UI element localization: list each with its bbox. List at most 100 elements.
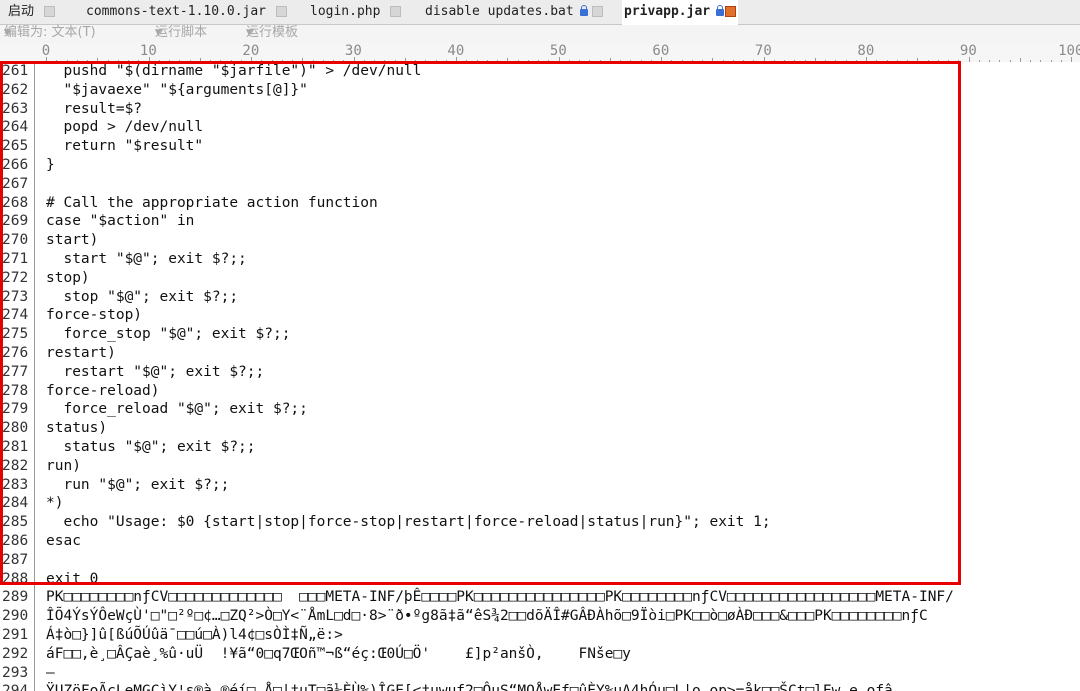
line-code: start) bbox=[46, 232, 99, 249]
line-number: 292 bbox=[2, 645, 29, 662]
fold-marker bbox=[34, 325, 35, 345]
line-code: stop "$@"; exit $?;; bbox=[46, 288, 239, 305]
editor-line[interactable]: 279 force_reload "$@"; exit $?;; bbox=[0, 400, 1080, 420]
editor-line[interactable]: 268 # Call the appropriate action functio… bbox=[0, 193, 1080, 213]
editor-line[interactable]: 263 result=$? bbox=[0, 99, 1080, 119]
line-number: 274 bbox=[2, 307, 29, 324]
line-code: return "$result" bbox=[46, 138, 204, 155]
editor-line[interactable]: 291 Á‡ò□}]û[ßúÕÚûä¯□□ú□À)l4¢□sÒÌ‡Ñ„ë:> bbox=[0, 626, 1080, 645]
close-icon[interactable] bbox=[44, 6, 56, 17]
line-number: 271 bbox=[2, 251, 29, 267]
editor-line[interactable]: 288 exit 0 bbox=[0, 569, 1080, 589]
fold-marker bbox=[34, 156, 35, 175]
fold-marker bbox=[34, 569, 35, 589]
editor-line[interactable]: 292 áF□□,è¸□ÂÇaè¸%û·uÜ !¥ã“0□q7ŒOñ™¬ß“éç:… bbox=[0, 644, 1080, 664]
toolbar: ▾ 编辑为: 文本(T) ▾ ▾ 运行脚本 ▾ ▾ 运行模板 ▾ bbox=[0, 25, 1080, 43]
editor-line[interactable]: 277 restart "$@"; exit $?;; bbox=[0, 362, 1080, 382]
lock-icon bbox=[579, 5, 588, 16]
editor-line[interactable]: 270 start) bbox=[0, 231, 1080, 251]
close-icon[interactable] bbox=[276, 6, 288, 17]
tab-label: commons-text-1.10.0.jar bbox=[86, 4, 267, 19]
fold-marker bbox=[34, 475, 35, 495]
lock-icon bbox=[716, 5, 725, 16]
tab-label: disable updates.bat bbox=[425, 4, 574, 19]
fold-marker bbox=[34, 400, 35, 420]
editor-line[interactable]: 289 PK□□□□□□□□nƒCV□□□□□□□□□□□□□ □□□META-I… bbox=[0, 588, 1080, 608]
chevron-down-icon: ▾ bbox=[246, 25, 253, 40]
line-number: 279 bbox=[2, 401, 29, 418]
line-number: 263 bbox=[2, 100, 29, 117]
tab-label: 启动 bbox=[8, 4, 35, 19]
editor-line[interactable]: 287 bbox=[0, 550, 1080, 570]
editor-line[interactable]: 264 popd > /dev/null bbox=[0, 118, 1080, 138]
editor-line[interactable]: 286 esac bbox=[0, 532, 1080, 551]
editor-line[interactable]: 294 ŸUZöFoÃcLeMGÇìY¦s®à ®éí□ Å□|‡uT□ã¼ÈÙ%… bbox=[0, 682, 1080, 691]
fold-marker bbox=[34, 644, 35, 664]
editor-line[interactable]: 266} bbox=[0, 156, 1080, 175]
editor-line[interactable]: 272 stop) bbox=[0, 268, 1080, 288]
line-code: áF□□,è¸□ÂÇaè¸%û·uÜ !¥ã“0□q7ŒOñ™¬ß“éç:Œ0Ú… bbox=[46, 645, 631, 662]
fold-marker bbox=[34, 494, 35, 514]
line-code: run "$@"; exit $?;; bbox=[46, 476, 230, 493]
editor-line[interactable]: 284 *) bbox=[0, 494, 1080, 514]
fold-marker bbox=[34, 231, 35, 251]
line-code: "$javaexe" "${arguments[@]}" bbox=[46, 81, 308, 98]
text-editor[interactable]: 261 pushd "$(dirname "$jarfile")" > /dev… bbox=[0, 62, 1080, 691]
line-code: popd > /dev/null bbox=[46, 119, 204, 136]
fold-marker bbox=[34, 588, 35, 608]
editor-line[interactable]: 261 pushd "$(dirname "$jarfile")" > /dev… bbox=[0, 62, 1080, 81]
editor-line[interactable]: 290 ÎÕ4ÝsÝÔeWçÙ'□"□²º□¢…□ZQ²>Ò□Y<¨ÅmL□d□·… bbox=[0, 607, 1080, 627]
ruler-mark: 100 bbox=[1058, 43, 1080, 59]
line-code: # Call the appropriate action function bbox=[46, 194, 378, 211]
line-number: 268 bbox=[2, 194, 29, 211]
fold-marker bbox=[34, 663, 35, 683]
editor-line[interactable]: 265 return "$result" bbox=[0, 137, 1080, 157]
line-number: 273 bbox=[2, 288, 29, 305]
line-number: 286 bbox=[2, 533, 29, 549]
editor-line[interactable]: 285 echo "Usage: $0 {start|stop|force-st… bbox=[0, 513, 1080, 533]
line-number: 266 bbox=[2, 157, 29, 173]
line-code: pushd "$(dirname "$jarfile")" > /dev/nul… bbox=[46, 63, 422, 79]
fold-marker bbox=[34, 438, 35, 457]
close-icon[interactable] bbox=[725, 6, 737, 17]
tab-disable-updates[interactable]: disable updates.bat bbox=[425, 0, 603, 24]
line-number: 278 bbox=[2, 382, 29, 399]
editor-line[interactable]: 293 — bbox=[0, 663, 1080, 683]
editor-line[interactable]: 283 run "$@"; exit $?;; bbox=[0, 475, 1080, 495]
fold-marker bbox=[34, 174, 35, 194]
close-icon[interactable] bbox=[390, 6, 402, 17]
tab-login-php[interactable]: login.php bbox=[310, 0, 402, 24]
line-number: 288 bbox=[2, 570, 29, 587]
fold-marker bbox=[34, 532, 35, 551]
fold-marker bbox=[34, 137, 35, 157]
line-code: } bbox=[46, 157, 55, 173]
editor-line[interactable]: 274 force-stop) bbox=[0, 306, 1080, 326]
line-code: stop) bbox=[46, 269, 90, 286]
editor-line[interactable]: 276 restart) bbox=[0, 344, 1080, 363]
line-number: 275 bbox=[2, 326, 29, 343]
editor-line[interactable]: 273 stop "$@"; exit $?;; bbox=[0, 287, 1080, 307]
fold-marker bbox=[34, 193, 35, 213]
editor-line[interactable]: 271 start "$@"; exit $?;; bbox=[0, 250, 1080, 269]
line-code: *) bbox=[46, 495, 64, 512]
chevron-down-icon: ▾ bbox=[155, 25, 162, 40]
line-code: force-reload) bbox=[46, 382, 160, 399]
editor-line[interactable]: 275 force_stop "$@"; exit $?;; bbox=[0, 325, 1080, 345]
editor-line[interactable]: 282 run) bbox=[0, 456, 1080, 476]
line-code: ÎÕ4ÝsÝÔeWçÙ'□"□²º□¢…□ZQ²>Ò□Y<¨ÅmL□d□·8>¨… bbox=[46, 608, 928, 625]
editor-line[interactable]: 280 status) bbox=[0, 419, 1080, 439]
tab-privapp-jar[interactable]: privapp.jar bbox=[622, 0, 739, 25]
line-code: force-stop) bbox=[46, 307, 143, 324]
tab-commons-text[interactable]: commons-text-1.10.0.jar bbox=[86, 0, 288, 24]
fold-marker bbox=[34, 99, 35, 119]
tab-start[interactable]: 启动 bbox=[8, 0, 56, 24]
tab-label: login.php bbox=[310, 4, 381, 19]
editor-line[interactable]: 278 force-reload) bbox=[0, 381, 1080, 401]
editor-line[interactable]: 262 "$javaexe" "${arguments[@]}" bbox=[0, 80, 1080, 100]
editor-line[interactable]: 269 case "$action" in bbox=[0, 212, 1080, 232]
fold-marker bbox=[34, 287, 35, 307]
editor-line[interactable]: 281 status "$@"; exit $?;; bbox=[0, 438, 1080, 457]
line-number: 280 bbox=[2, 420, 29, 437]
editor-line[interactable]: 267 bbox=[0, 174, 1080, 194]
close-icon[interactable] bbox=[591, 6, 603, 17]
